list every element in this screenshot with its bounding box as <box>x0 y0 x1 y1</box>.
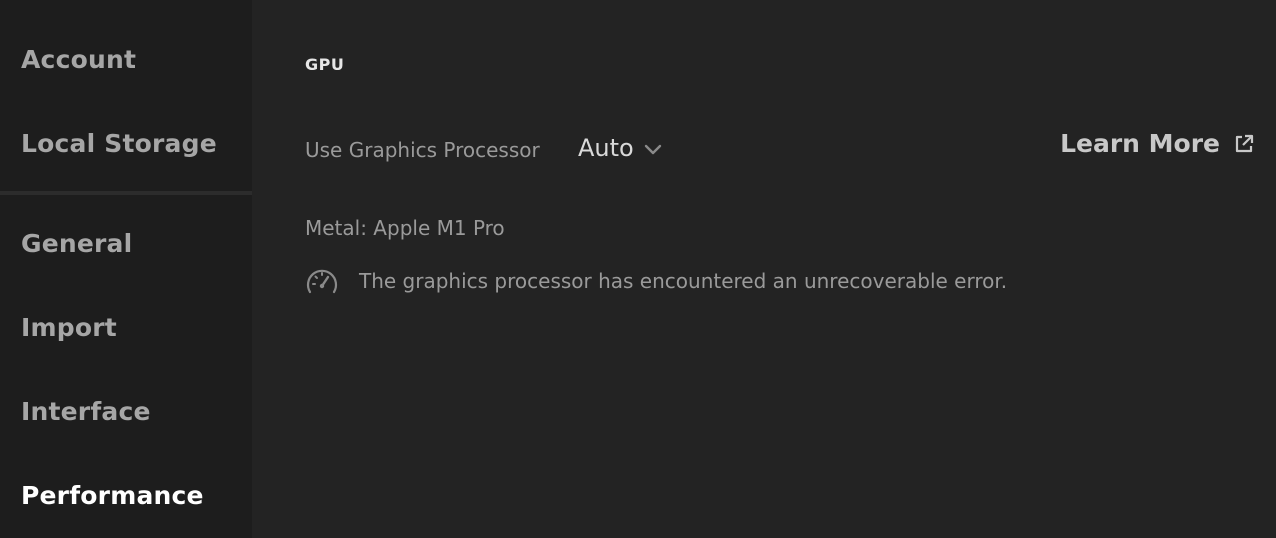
preferences-window: Account Local Storage General Import Int… <box>0 0 1276 538</box>
sidebar-item-performance[interactable]: Performance <box>21 481 204 510</box>
external-link-icon <box>1234 134 1254 154</box>
use-graphics-processor-dropdown[interactable]: Auto <box>578 134 661 162</box>
sidebar-item-general[interactable]: General <box>21 229 132 258</box>
learn-more-link[interactable]: Learn More <box>1060 129 1254 158</box>
preferences-content: GPU Use Graphics Processor Auto Learn Mo… <box>252 0 1276 538</box>
sidebar-item-interface[interactable]: Interface <box>21 397 151 426</box>
chevron-down-icon <box>644 141 661 155</box>
learn-more-label: Learn More <box>1060 129 1220 158</box>
sidebar-item-import[interactable]: Import <box>21 313 117 342</box>
gauge-icon <box>305 266 339 296</box>
preferences-sidebar: Account Local Storage General Import Int… <box>0 0 252 538</box>
section-title-gpu: GPU <box>305 55 345 74</box>
dropdown-selected-value: Auto <box>578 134 634 162</box>
gpu-status-message: The graphics processor has encountered a… <box>359 269 1008 293</box>
sidebar-item-local-storage[interactable]: Local Storage <box>21 129 217 158</box>
sidebar-item-account[interactable]: Account <box>21 45 136 74</box>
use-graphics-processor-label: Use Graphics Processor <box>305 138 540 162</box>
gpu-name: Metal: Apple M1 Pro <box>305 216 505 240</box>
gpu-status: The graphics processor has encountered a… <box>305 266 1007 296</box>
sidebar-divider <box>0 191 252 195</box>
